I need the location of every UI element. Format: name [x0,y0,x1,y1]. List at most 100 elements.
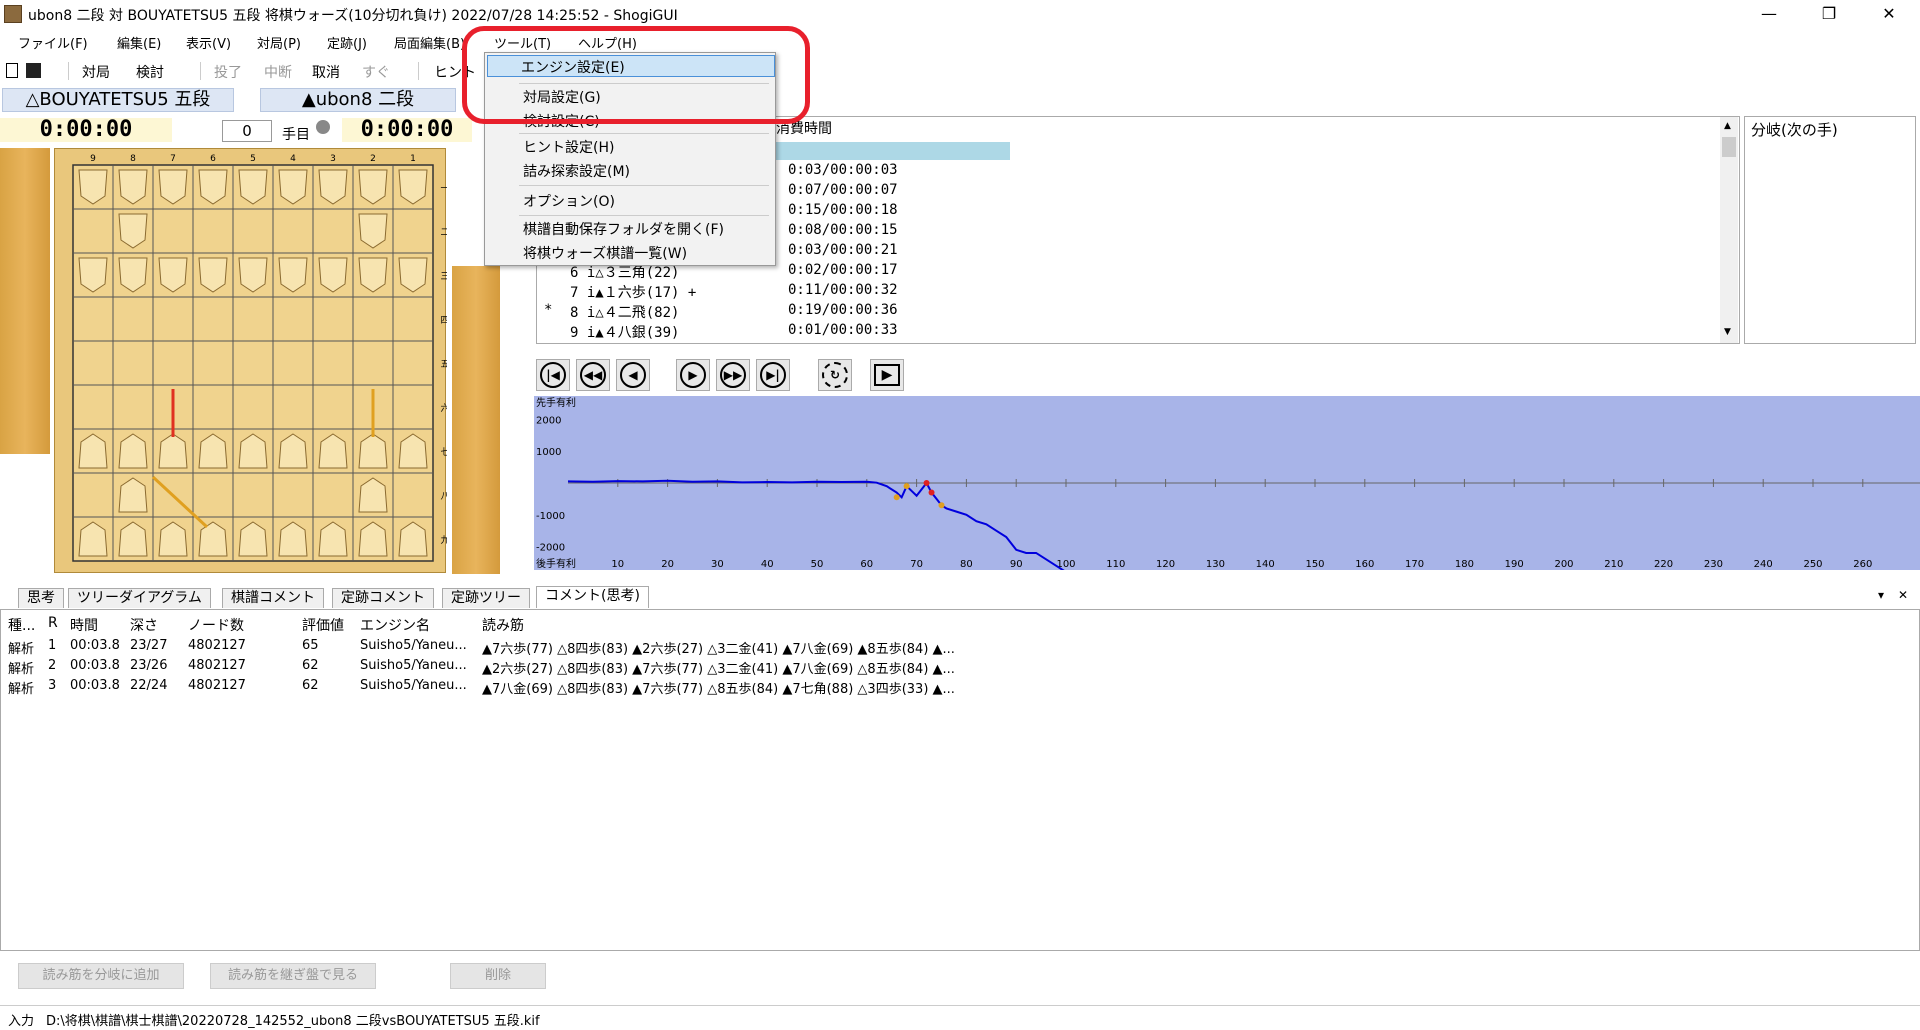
cell-nodes[interactable]: 4802127 [188,638,246,653]
col-pv[interactable]: 読み筋 [482,615,524,635]
kifu-row-time: 0:08/00:00:15 [788,222,898,238]
x-tick-label: 230 [1704,559,1723,570]
evaluation-graph[interactable]: 先手有利 後手有利 2000 1000 -1000 -2000 10 20 30 40 50 60 70… [534,396,1920,573]
cell-kind[interactable]: 解析 [8,658,34,677]
menu-joseki[interactable]: 定跡(J) [327,33,367,52]
x-tick-label: 140 [1256,559,1275,570]
col-rank[interactable]: R [48,615,58,631]
tab-tree-diagram[interactable]: ツリーダイアグラム [68,588,211,608]
menu-file[interactable]: ファイル(F) [18,33,88,52]
col-nodes[interactable]: ノード数 [188,615,244,635]
scroll-thumb[interactable] [1722,137,1736,157]
cell-eval[interactable]: 65 [302,638,319,653]
move-label: 手目 [282,127,310,143]
forward-button[interactable]: ▶ [676,359,710,391]
cell-time[interactable]: 00:03.8 [70,638,120,653]
play-kifu-button[interactable]: ▶ [870,359,904,391]
add-pv-to-branch-button[interactable]: 読み筋を分岐に追加 [18,963,184,989]
cell-rank[interactable]: 1 [48,638,56,653]
scroll-up-icon[interactable]: ▲ [1724,121,1731,131]
menu-options[interactable]: オプション(O) [523,191,615,211]
menu-board-edit[interactable]: 局面編集(B) [394,33,465,52]
menu-shogiwars-kifu-list[interactable]: 将棋ウォーズ棋譜一覧(W) [523,243,687,263]
new-file-icon[interactable] [6,63,18,78]
resign-button[interactable]: 投了 [214,62,242,82]
delete-button[interactable]: 削除 [450,963,546,989]
close-button[interactable]: ✕ [1860,0,1918,28]
menu-open-autosave-folder[interactable]: 棋譜自動保存フォルダを開く(F) [523,219,724,239]
menu-edit[interactable]: 編集(E) [117,33,161,52]
branch-panel[interactable]: 分岐(次の手) [1744,116,1916,344]
cell-nodes[interactable]: 4802127 [188,658,246,673]
cell-time[interactable]: 00:03.8 [70,658,120,673]
back-10-button[interactable]: ◀◀ [576,359,610,391]
kifu-row-move[interactable]: 8 i△４二飛(82) [570,302,679,322]
tabs-close-icon[interactable]: ✕ [1898,588,1908,602]
cell-engine[interactable]: Suisho5/Yaneu... [360,638,467,653]
menu-mate-search-settings[interactable]: 詰み探索設定(M) [523,161,630,181]
analyze-button[interactable]: 検討 [136,62,164,82]
file-label: 3 [330,154,336,164]
menu-game[interactable]: 対局(P) [257,33,301,52]
interrupt-button[interactable]: 中断 [264,62,292,82]
tab-joseki-tree[interactable]: 定跡ツリー [442,588,530,608]
file-label: 4 [290,154,296,164]
col-eval[interactable]: 評価値 [302,615,344,635]
minimize-button[interactable]: — [1740,0,1798,28]
first-move-button[interactable]: |◀ [536,359,570,391]
cell-pv[interactable]: ▲7六歩(77) △8四歩(83) ▲2六歩(27) △3二金(41) ▲7八金… [482,638,955,657]
col-depth[interactable]: 深さ [130,615,158,635]
x-tick-label: 260 [1853,559,1872,570]
x-tick-label: 250 [1803,559,1822,570]
cell-depth[interactable]: 23/26 [130,658,167,673]
scroll-down-icon[interactable]: ▼ [1724,327,1731,337]
tab-kifu-comment[interactable]: 棋譜コメント [222,588,324,608]
move-number-input[interactable]: 0 [222,120,272,142]
tab-thinking[interactable]: 思考 [18,588,64,608]
cell-nodes[interactable]: 4802127 [188,678,246,693]
x-tick-label: 110 [1106,559,1125,570]
cell-eval[interactable]: 62 [302,658,319,673]
kifu-scrollbar[interactable]: ▲ ▼ [1720,117,1738,343]
tab-joseki-comment[interactable]: 定跡コメント [332,588,434,608]
play-button[interactable]: 対局 [82,62,110,82]
cell-engine[interactable]: Suisho5/Yaneu... [360,658,467,673]
status-bar: 入力 D:\将棋\棋譜\棋士棋譜\20220728_142552_ubon8 二… [0,1005,1920,1030]
kifu-row-move[interactable]: 9 i▲４八銀(39) [570,322,679,342]
cell-engine[interactable]: Suisho5/Yaneu... [360,678,467,693]
menu-hint-settings[interactable]: ヒント設定(H) [523,137,614,157]
x-tick-label: 130 [1206,559,1225,570]
shogi-board[interactable]: 9 8 7 6 5 4 3 2 1 一二三四五六七八九 [54,148,447,573]
rank-label: 五 [440,360,447,370]
cancel-button[interactable]: 取消 [312,62,340,82]
cell-pv[interactable]: ▲2六歩(27) △8四歩(83) ▲7六歩(77) △3二金(41) ▲7八金… [482,658,955,677]
tab-comment-thinking[interactable]: コメント(思考) [536,586,649,608]
analysis-table[interactable] [0,609,1920,951]
cell-kind[interactable]: 解析 [8,638,34,657]
cell-depth[interactable]: 22/24 [130,678,167,693]
cell-rank[interactable]: 3 [48,678,56,693]
maximize-button[interactable]: ❐ [1800,0,1858,28]
now-button[interactable]: すぐ [362,62,390,82]
view-pv-on-board-button[interactable]: 読み筋を継ぎ盤で見る [210,963,376,989]
cell-kind[interactable]: 解析 [8,678,34,697]
last-move-button[interactable]: ▶| [756,359,790,391]
menu-bar: ファイル(F) 編集(E) 表示(V) 対局(P) 定跡(J) 局面編集(B) … [0,28,1920,54]
flip-board-button[interactable]: ↻ [818,359,852,391]
cell-rank[interactable]: 2 [48,658,56,673]
cell-eval[interactable]: 62 [302,678,319,693]
save-icon[interactable] [26,63,41,78]
col-time[interactable]: 時間 [70,615,98,635]
col-engine[interactable]: エンジン名 [360,615,430,635]
next-icon: ▶ [680,362,706,388]
gote-clock: 0:00:00 [0,118,172,142]
tabs-dropdown-icon[interactable]: ▾ [1878,588,1884,602]
forward-10-button[interactable]: ▶▶ [716,359,750,391]
kifu-row-move[interactable]: 7 i▲１六歩(17) + [570,282,696,302]
col-kind[interactable]: 種... [8,615,35,635]
cell-depth[interactable]: 23/27 [130,638,167,653]
back-button[interactable]: ◀ [616,359,650,391]
menu-view[interactable]: 表示(V) [186,33,231,52]
cell-time[interactable]: 00:03.8 [70,678,120,693]
cell-pv[interactable]: ▲7八金(69) △8四歩(83) ▲7六歩(77) △8五歩(84) ▲7七角… [482,678,955,697]
